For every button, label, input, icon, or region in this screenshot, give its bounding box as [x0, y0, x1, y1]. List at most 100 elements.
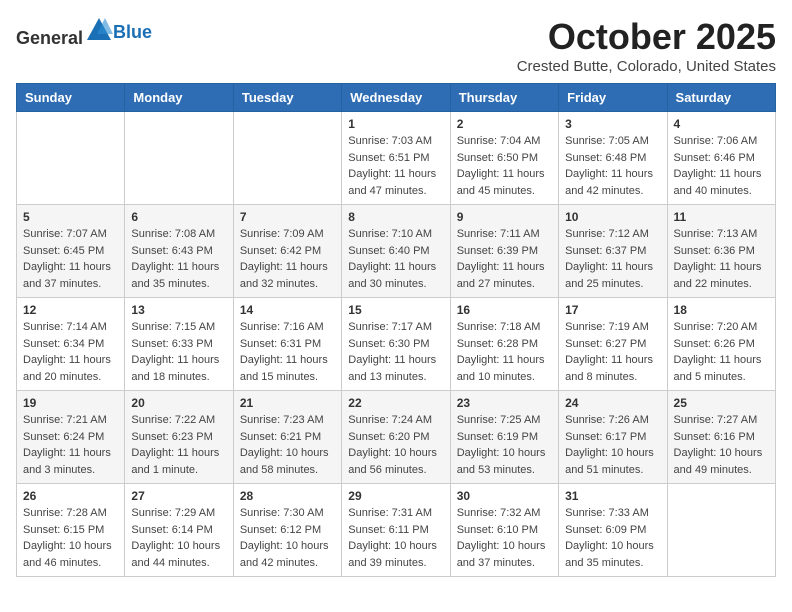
day-number: 20 — [131, 396, 226, 410]
calendar-cell: 31 Sunrise: 7:33 AM Sunset: 6:09 PM Dayli… — [559, 484, 667, 577]
day-header-tuesday: Tuesday — [233, 84, 341, 112]
calendar-cell: 25 Sunrise: 7:27 AM Sunset: 6:16 PM Dayli… — [667, 391, 775, 484]
day-number: 11 — [674, 210, 769, 224]
calendar-cell: 30Sunrise: 7:32 AM Sunset: 6:10 PM Dayli… — [450, 484, 558, 577]
day-number: 27 — [131, 489, 226, 503]
calendar-header-row: SundayMondayTuesdayWednesdayThursdayFrid… — [17, 84, 776, 112]
day-info: Sunrise: 7:20 AM Sunset: 6:26 PM Dayligh… — [674, 319, 769, 385]
day-info: Sunrise: 7:25 AM Sunset: 6:19 PM Dayligh… — [457, 412, 552, 478]
calendar-cell: 7 Sunrise: 7:09 AM Sunset: 6:42 PM Daylig… — [233, 205, 341, 298]
day-number: 5 — [23, 210, 118, 224]
logo-icon — [85, 16, 113, 44]
day-header-sunday: Sunday — [17, 84, 125, 112]
day-number: 16 — [457, 303, 552, 317]
calendar-cell: 29 Sunrise: 7:31 AM Sunset: 6:11 PM Dayli… — [342, 484, 450, 577]
day-number: 6 — [131, 210, 226, 224]
day-number: 4 — [674, 117, 769, 131]
day-number: 31 — [565, 489, 660, 503]
calendar-cell: 13Sunrise: 7:15 AM Sunset: 6:33 PM Dayli… — [125, 298, 233, 391]
day-info: Sunrise: 7:03 AM Sunset: 6:51 PM Dayligh… — [348, 133, 443, 199]
calendar-week-row: 5 Sunrise: 7:07 AM Sunset: 6:45 PM Daylig… — [17, 205, 776, 298]
calendar-week-row: 19 Sunrise: 7:21 AM Sunset: 6:24 PM Dayli… — [17, 391, 776, 484]
logo-blue: Blue — [113, 22, 152, 43]
day-number: 26 — [23, 489, 118, 503]
calendar-cell: 27 Sunrise: 7:29 AM Sunset: 6:14 PM Dayli… — [125, 484, 233, 577]
calendar-cell: 20 Sunrise: 7:22 AM Sunset: 6:23 PM Dayli… — [125, 391, 233, 484]
location-title: Crested Butte, Colorado, United States — [517, 58, 776, 75]
day-info: Sunrise: 7:21 AM Sunset: 6:24 PM Dayligh… — [23, 412, 118, 478]
calendar-cell: 28Sunrise: 7:30 AM Sunset: 6:12 PM Dayli… — [233, 484, 341, 577]
day-header-friday: Friday — [559, 84, 667, 112]
day-number: 15 — [348, 303, 443, 317]
day-number: 18 — [674, 303, 769, 317]
day-number: 1 — [348, 117, 443, 131]
calendar-cell — [17, 112, 125, 205]
calendar-cell: 2 Sunrise: 7:04 AM Sunset: 6:50 PM Daylig… — [450, 112, 558, 205]
day-info: Sunrise: 7:23 AM Sunset: 6:21 PM Dayligh… — [240, 412, 335, 478]
calendar-cell: 17 Sunrise: 7:19 AM Sunset: 6:27 PM Dayli… — [559, 298, 667, 391]
day-number: 8 — [348, 210, 443, 224]
calendar-cell: 19 Sunrise: 7:21 AM Sunset: 6:24 PM Dayli… — [17, 391, 125, 484]
calendar-cell: 24Sunrise: 7:26 AM Sunset: 6:17 PM Dayli… — [559, 391, 667, 484]
day-header-saturday: Saturday — [667, 84, 775, 112]
calendar-cell: 8 Sunrise: 7:10 AM Sunset: 6:40 PM Daylig… — [342, 205, 450, 298]
calendar-cell: 5 Sunrise: 7:07 AM Sunset: 6:45 PM Daylig… — [17, 205, 125, 298]
day-number: 25 — [674, 396, 769, 410]
calendar-cell: 3Sunrise: 7:05 AM Sunset: 6:48 PM Daylig… — [559, 112, 667, 205]
day-info: Sunrise: 7:05 AM Sunset: 6:48 PM Dayligh… — [565, 133, 660, 199]
day-info: Sunrise: 7:10 AM Sunset: 6:40 PM Dayligh… — [348, 226, 443, 292]
page-header: General Blue October 2025 Crested Butte,… — [16, 16, 776, 75]
logo-general: General — [16, 28, 83, 48]
day-number: 12 — [23, 303, 118, 317]
day-info: Sunrise: 7:27 AM Sunset: 6:16 PM Dayligh… — [674, 412, 769, 478]
day-number: 14 — [240, 303, 335, 317]
calendar-cell: 1 Sunrise: 7:03 AM Sunset: 6:51 PM Daylig… — [342, 112, 450, 205]
day-info: Sunrise: 7:06 AM Sunset: 6:46 PM Dayligh… — [674, 133, 769, 199]
day-info: Sunrise: 7:09 AM Sunset: 6:42 PM Dayligh… — [240, 226, 335, 292]
calendar-cell: 22 Sunrise: 7:24 AM Sunset: 6:20 PM Dayli… — [342, 391, 450, 484]
day-info: Sunrise: 7:07 AM Sunset: 6:45 PM Dayligh… — [23, 226, 118, 292]
day-info: Sunrise: 7:14 AM Sunset: 6:34 PM Dayligh… — [23, 319, 118, 385]
calendar-cell — [125, 112, 233, 205]
calendar-cell: 23Sunrise: 7:25 AM Sunset: 6:19 PM Dayli… — [450, 391, 558, 484]
calendar-cell: 21Sunrise: 7:23 AM Sunset: 6:21 PM Dayli… — [233, 391, 341, 484]
day-info: Sunrise: 7:32 AM Sunset: 6:10 PM Dayligh… — [457, 505, 552, 571]
day-info: Sunrise: 7:28 AM Sunset: 6:15 PM Dayligh… — [23, 505, 118, 571]
day-header-monday: Monday — [125, 84, 233, 112]
day-number: 19 — [23, 396, 118, 410]
day-number: 17 — [565, 303, 660, 317]
calendar-week-row: 12 Sunrise: 7:14 AM Sunset: 6:34 PM Dayli… — [17, 298, 776, 391]
day-number: 22 — [348, 396, 443, 410]
day-number: 29 — [348, 489, 443, 503]
day-number: 10 — [565, 210, 660, 224]
day-info: Sunrise: 7:22 AM Sunset: 6:23 PM Dayligh… — [131, 412, 226, 478]
day-number: 9 — [457, 210, 552, 224]
calendar-cell: 11 Sunrise: 7:13 AM Sunset: 6:36 PM Dayli… — [667, 205, 775, 298]
title-area: October 2025 Crested Butte, Colorado, Un… — [517, 16, 776, 75]
day-info: Sunrise: 7:26 AM Sunset: 6:17 PM Dayligh… — [565, 412, 660, 478]
day-number: 2 — [457, 117, 552, 131]
calendar-cell: 14Sunrise: 7:16 AM Sunset: 6:31 PM Dayli… — [233, 298, 341, 391]
day-info: Sunrise: 7:17 AM Sunset: 6:30 PM Dayligh… — [348, 319, 443, 385]
calendar-cell: 16 Sunrise: 7:18 AM Sunset: 6:28 PM Dayli… — [450, 298, 558, 391]
day-info: Sunrise: 7:33 AM Sunset: 6:09 PM Dayligh… — [565, 505, 660, 571]
day-info: Sunrise: 7:18 AM Sunset: 6:28 PM Dayligh… — [457, 319, 552, 385]
day-info: Sunrise: 7:29 AM Sunset: 6:14 PM Dayligh… — [131, 505, 226, 571]
day-info: Sunrise: 7:13 AM Sunset: 6:36 PM Dayligh… — [674, 226, 769, 292]
day-info: Sunrise: 7:04 AM Sunset: 6:50 PM Dayligh… — [457, 133, 552, 199]
calendar-cell — [667, 484, 775, 577]
calendar-cell: 6Sunrise: 7:08 AM Sunset: 6:43 PM Daylig… — [125, 205, 233, 298]
calendar-cell: 10Sunrise: 7:12 AM Sunset: 6:37 PM Dayli… — [559, 205, 667, 298]
month-title: October 2025 — [517, 16, 776, 58]
day-info: Sunrise: 7:24 AM Sunset: 6:20 PM Dayligh… — [348, 412, 443, 478]
day-header-thursday: Thursday — [450, 84, 558, 112]
calendar-cell: 18 Sunrise: 7:20 AM Sunset: 6:26 PM Dayli… — [667, 298, 775, 391]
day-number: 7 — [240, 210, 335, 224]
day-number: 13 — [131, 303, 226, 317]
day-info: Sunrise: 7:19 AM Sunset: 6:27 PM Dayligh… — [565, 319, 660, 385]
calendar-cell: 12 Sunrise: 7:14 AM Sunset: 6:34 PM Dayli… — [17, 298, 125, 391]
calendar-cell: 4 Sunrise: 7:06 AM Sunset: 6:46 PM Daylig… — [667, 112, 775, 205]
logo: General Blue — [16, 16, 152, 49]
day-header-wednesday: Wednesday — [342, 84, 450, 112]
day-info: Sunrise: 7:31 AM Sunset: 6:11 PM Dayligh… — [348, 505, 443, 571]
